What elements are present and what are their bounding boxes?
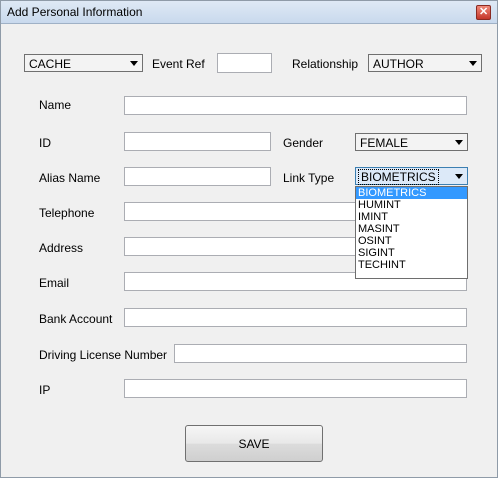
link-type-option[interactable]: OSINT (356, 235, 467, 247)
email-label: Email (39, 276, 70, 290)
ip-label: IP (39, 383, 51, 397)
relationship-select[interactable]: AUTHOR (368, 54, 482, 72)
chevron-down-icon (130, 61, 138, 66)
gender-select[interactable]: FEMALE (355, 133, 468, 151)
event-ref-label: Event Ref (152, 57, 205, 71)
link-type-value: BIOMETRICS (358, 169, 439, 185)
add-personal-information-dialog: Add Personal Information ✕ CACHE Event R… (0, 0, 498, 478)
title-bar[interactable]: Add Personal Information ✕ (1, 1, 497, 24)
close-button[interactable]: ✕ (476, 5, 491, 20)
address-label: Address (39, 241, 84, 255)
chevron-down-icon (455, 140, 463, 145)
bank-account-input[interactable] (124, 308, 467, 327)
window-title: Add Personal Information (7, 5, 143, 19)
relationship-label: Relationship (292, 57, 359, 71)
gender-value: FEMALE (360, 136, 409, 150)
name-input[interactable] (124, 96, 467, 115)
link-type-select[interactable]: BIOMETRICS (355, 167, 468, 185)
gender-label: Gender (283, 136, 324, 150)
link-type-label: Link Type (283, 171, 335, 185)
close-icon: ✕ (479, 6, 489, 18)
category-value: CACHE (29, 57, 72, 71)
link-type-option[interactable]: MASINT (356, 223, 467, 235)
link-type-dropdown-list: BIOMETRICS HUMINT IMINT MASINT OSINT SIG… (355, 186, 468, 279)
chevron-down-icon (469, 61, 477, 66)
alias-name-label: Alias Name (39, 171, 101, 185)
chevron-down-icon (455, 174, 463, 179)
driving-license-input[interactable] (174, 344, 467, 363)
driving-license-label: Driving License Number (39, 348, 168, 362)
bank-account-label: Bank Account (39, 312, 113, 326)
event-ref-input[interactable] (217, 53, 272, 73)
telephone-label: Telephone (39, 206, 95, 220)
category-select[interactable]: CACHE (24, 54, 143, 72)
link-type-option[interactable]: BIOMETRICS (356, 187, 467, 199)
id-label: ID (39, 136, 51, 150)
relationship-value: AUTHOR (373, 57, 424, 71)
link-type-option[interactable]: TECHINT (356, 259, 467, 271)
link-type-option[interactable]: IMINT (356, 211, 467, 223)
link-type-option[interactable]: HUMINT (356, 199, 467, 211)
name-label: Name (39, 98, 72, 112)
id-input[interactable] (124, 132, 271, 151)
save-button[interactable]: SAVE (185, 425, 323, 462)
link-type-option[interactable]: SIGINT (356, 247, 467, 259)
ip-input[interactable] (124, 379, 467, 398)
alias-name-input[interactable] (124, 167, 271, 186)
